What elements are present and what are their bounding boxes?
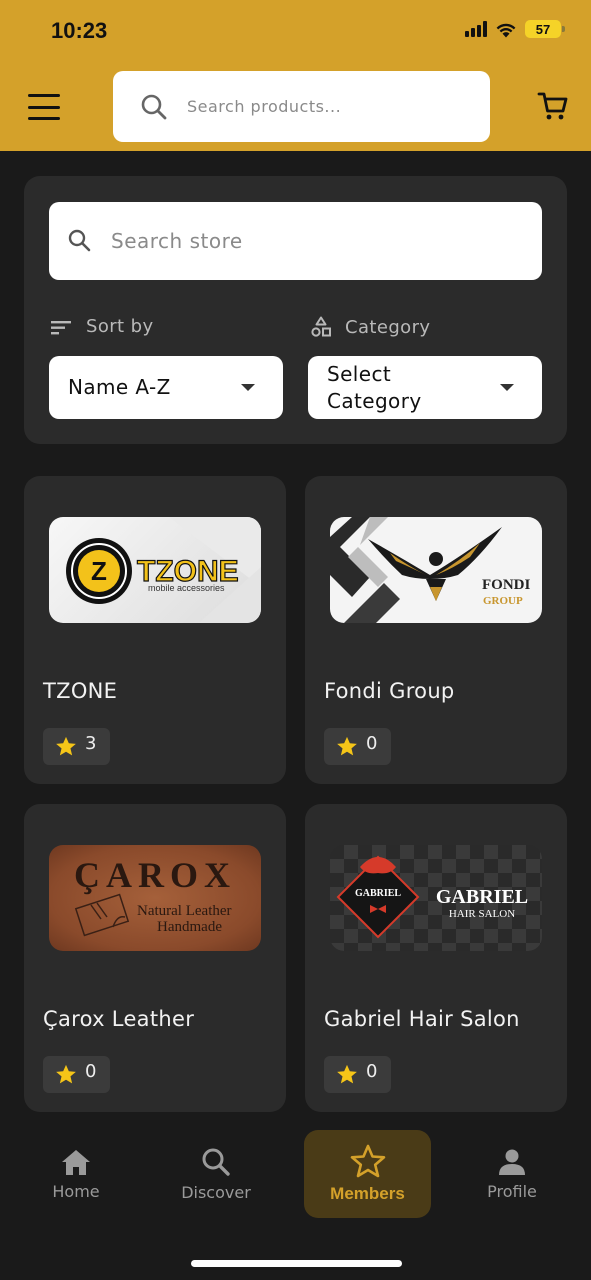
nav-members[interactable]: Members — [304, 1130, 431, 1218]
tzone-logo: Z TZONE mobile accessories — [66, 517, 261, 623]
svg-text:GABRIEL: GABRIEL — [355, 888, 401, 899]
sort-label-text: Sort by — [86, 316, 154, 337]
store-name: Çarox Leather — [43, 1007, 195, 1031]
wifi-icon — [496, 23, 516, 37]
store-card-gabriel-hair-salon[interactable]: GABRIEL GABRIEL HAIR SALON Gabriel Hair … — [305, 804, 567, 1112]
nav-discover[interactable]: Discover — [160, 1130, 272, 1218]
store-card-fondi-group[interactable]: FONDI GROUP Fondi Group 0 — [305, 476, 567, 784]
svg-text:mobile accessories: mobile accessories — [148, 583, 225, 593]
bottom-navigation: Home Discover Members Profile — [0, 1120, 591, 1280]
category-label: Category — [311, 316, 430, 338]
category-dropdown[interactable]: Select Category — [308, 356, 542, 419]
status-icons: 57 — [465, 20, 565, 38]
rating-badge: 0 — [43, 1056, 110, 1093]
store-name: Fondi Group — [324, 679, 455, 703]
fondi-group-logo: FONDI GROUP — [330, 517, 530, 623]
sort-dropdown[interactable]: Name A-Z — [49, 356, 283, 419]
store-search-bar[interactable] — [49, 202, 542, 280]
store-card-carox-leather[interactable]: ÇAROX Natural Leather Handmade Çarox Lea… — [24, 804, 286, 1112]
app-header: 10:23 57 — [0, 0, 591, 151]
store-logo: ÇAROX Natural Leather Handmade — [49, 845, 261, 951]
nav-profile[interactable]: Profile — [456, 1130, 568, 1218]
battery-indicator: 57 — [525, 20, 565, 38]
category-icon — [311, 316, 331, 337]
star-icon — [337, 1064, 357, 1084]
store-logo: GABRIEL GABRIEL HAIR SALON — [330, 845, 542, 951]
star-icon — [350, 1144, 385, 1178]
search-icon — [141, 94, 167, 119]
svg-text:Handmade: Handmade — [157, 919, 222, 935]
carox-logo: ÇAROX Natural Leather Handmade — [74, 855, 236, 937]
dropdown-arrow-icon — [500, 384, 514, 391]
search-icon — [202, 1148, 230, 1176]
svg-text:Natural Leather: Natural Leather — [137, 903, 232, 919]
sort-dropdown-value: Name A-Z — [68, 375, 171, 399]
svg-text:ÇAROX: ÇAROX — [74, 855, 236, 895]
menu-button[interactable] — [28, 94, 60, 120]
search-icon — [68, 229, 91, 252]
rating-count: 0 — [366, 1061, 378, 1082]
product-search-input[interactable] — [187, 97, 467, 116]
rating-count: 0 — [366, 733, 378, 754]
category-label-text: Category — [345, 316, 431, 338]
rating-count: 3 — [85, 733, 97, 754]
home-indicator[interactable] — [191, 1260, 402, 1267]
nav-home-label: Home — [52, 1181, 100, 1201]
store-search-input[interactable] — [111, 229, 491, 253]
rating-badge: 0 — [324, 1056, 391, 1093]
filter-panel: Sort by Category Name A-Z Select Categor… — [24, 176, 567, 444]
svg-text:FONDI: FONDI — [482, 577, 530, 593]
rating-count: 0 — [85, 1061, 97, 1082]
gabriel-logo: GABRIEL GABRIEL HAIR SALON — [336, 855, 528, 939]
nav-profile-label: Profile — [487, 1181, 537, 1201]
product-search-bar[interactable] — [113, 71, 490, 142]
star-icon — [337, 736, 357, 756]
rating-badge: 0 — [324, 728, 391, 765]
cart-button[interactable] — [537, 90, 569, 127]
store-card-tzone[interactable]: Z TZONE mobile accessories TZONE 3 — [24, 476, 286, 784]
store-logo: FONDI GROUP — [330, 517, 542, 623]
store-name: TZONE — [43, 679, 118, 703]
svg-text:GABRIEL: GABRIEL — [436, 886, 528, 908]
menu-icon — [28, 94, 60, 97]
home-icon — [62, 1149, 90, 1175]
cellular-signal-icon — [465, 21, 487, 37]
star-icon — [56, 1064, 76, 1084]
nav-home[interactable]: Home — [20, 1130, 132, 1218]
sort-icon — [51, 320, 71, 334]
store-name: Gabriel Hair Salon — [324, 1007, 520, 1031]
dropdown-arrow-icon — [241, 384, 255, 391]
nav-members-label: Members — [330, 1184, 405, 1203]
store-logo: Z TZONE mobile accessories — [49, 517, 261, 623]
cart-icon — [537, 92, 568, 120]
nav-discover-label: Discover — [181, 1182, 251, 1202]
category-dropdown-value: Select Category — [327, 361, 422, 413]
star-icon — [56, 736, 76, 756]
svg-text:GROUP: GROUP — [483, 595, 523, 607]
status-time: 10:23 — [51, 18, 108, 43]
rating-badge: 3 — [43, 728, 110, 765]
svg-text:Z: Z — [91, 556, 107, 586]
svg-text:HAIR SALON: HAIR SALON — [449, 908, 515, 920]
sort-label: Sort by — [50, 316, 154, 337]
person-icon — [499, 1149, 525, 1175]
